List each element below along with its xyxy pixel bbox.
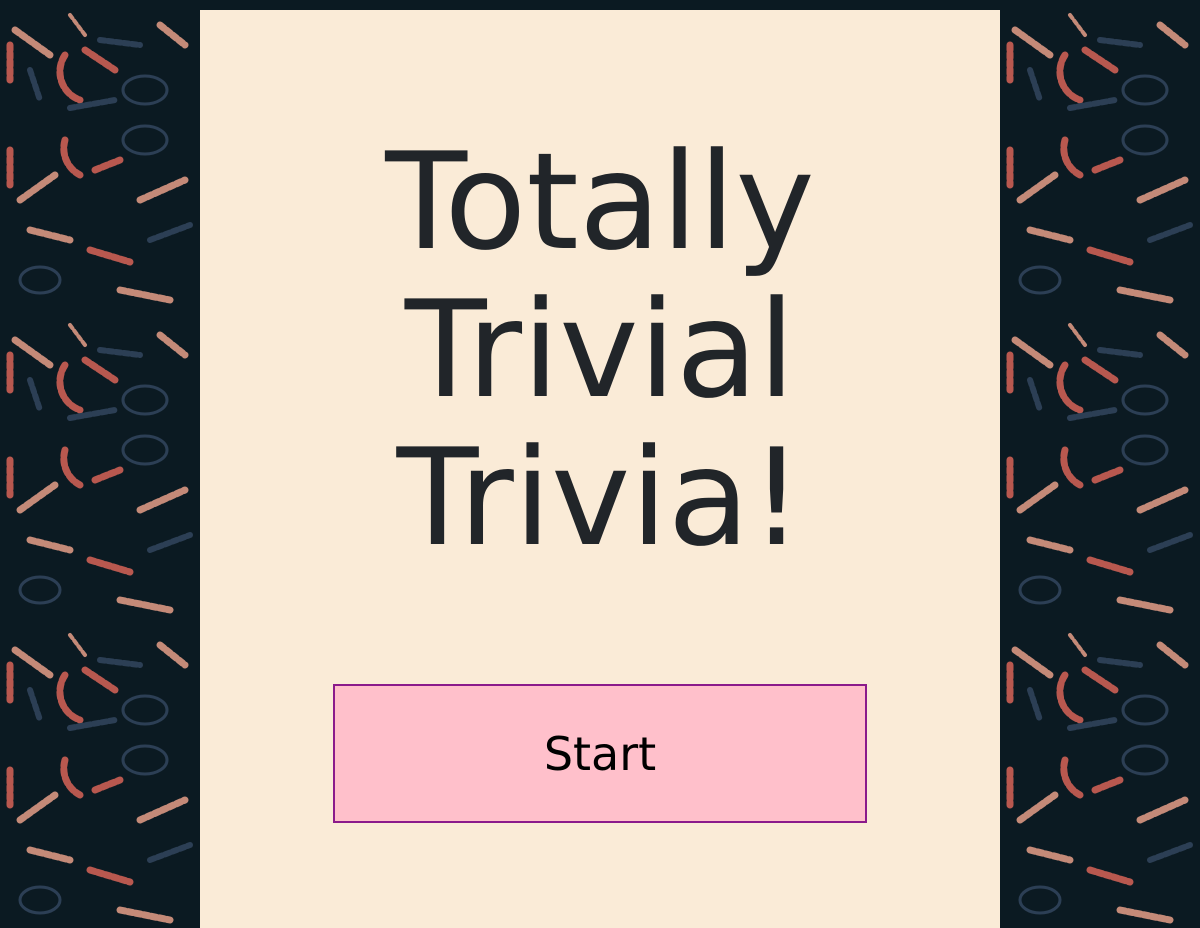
game-title: Totally Trivial Trivia!: [200, 128, 1000, 572]
title-line: Totally: [385, 124, 815, 280]
title-line: Trivia!: [396, 420, 804, 576]
main-panel: Totally Trivial Trivia! Start: [200, 10, 1000, 928]
start-button[interactable]: Start: [333, 684, 867, 823]
title-line: Trivial: [404, 272, 796, 428]
